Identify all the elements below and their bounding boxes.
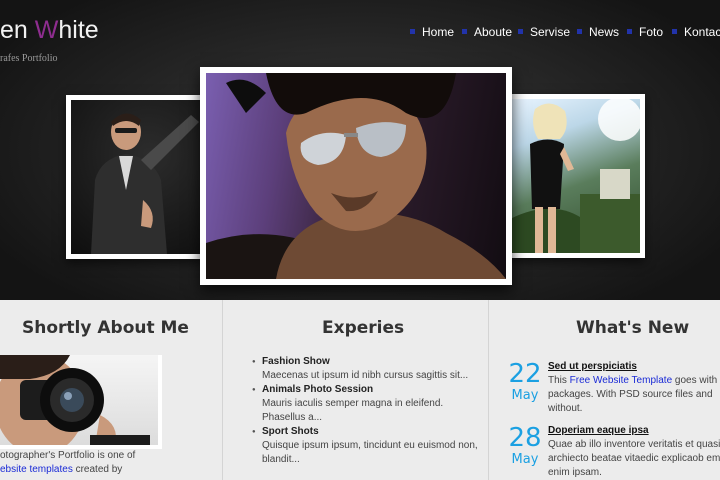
column-divider (488, 300, 489, 480)
news-heading: What's New (576, 318, 690, 338)
nav-item-label: Foto (639, 25, 664, 39)
nav-item-label: Servise (530, 25, 571, 39)
nav-bullet-icon (577, 29, 582, 34)
nav-bullet-icon (410, 29, 415, 34)
about-text-line1: otographer's Portfolio is one of (0, 450, 136, 461)
site-logo[interactable]: en White (0, 16, 99, 45)
news-date-month: May (511, 452, 539, 467)
experience-heading: Experies (322, 318, 405, 338)
nav-item-label: Kontact (684, 25, 720, 39)
nav-item-label: Home (422, 25, 455, 39)
logo-text-part2: hite (58, 16, 99, 44)
gallery-photo-featured[interactable] (200, 67, 512, 285)
news-date-month: May (511, 388, 539, 403)
content-area: Shortly About Me otographer's Portfolio … (0, 300, 720, 480)
experience-description: Maecenas ut ipsum id nibh cursus sagitti… (262, 370, 469, 381)
list-item: Animals Photo Session Mauris iaculis sem… (252, 383, 482, 425)
news-text: without. (548, 403, 583, 414)
experience-list: Fashion Show Maecenas ut ipsum id nibh c… (252, 355, 482, 467)
gallery-photo-left[interactable] (66, 95, 206, 259)
logo-accent-letter: W (34, 16, 59, 44)
site-tagline: rafes Portfolio (0, 53, 58, 64)
news-text: Quae ab illo inventore veritatis et quas… (548, 439, 720, 450)
photographer-camera-image (0, 355, 158, 445)
news-date-day: 22 (508, 359, 542, 389)
list-item: Fashion Show Maecenas ut ipsum id nibh c… (252, 355, 482, 383)
nav-item-label: Aboute (474, 25, 513, 39)
nav-item-contact[interactable]: Kontact (672, 25, 720, 39)
nav-bullet-icon (627, 29, 632, 34)
photo-woman-garden-image (510, 99, 640, 253)
hero-banner: en White rafes Portfolio Home Aboute Ser… (0, 0, 720, 300)
free-website-template-link[interactable]: Free Website Template (570, 375, 672, 386)
nav-bullet-icon (462, 29, 467, 34)
news-title-link[interactable]: Doperiam eaque ipsa (548, 424, 720, 438)
nav-item-home[interactable]: Home (410, 25, 454, 39)
news-text: This (548, 375, 570, 386)
about-text: otographer's Portfolio is one of ebsite … (0, 449, 215, 477)
news-text: packages. With PSD source files and (548, 389, 713, 400)
news-text: goes with (672, 375, 718, 386)
column-divider (222, 300, 223, 480)
experience-description: Quisque ipsum ipsum, tincidunt eu euismo… (262, 440, 478, 451)
website-templates-link[interactable]: ebsite templates (0, 464, 73, 475)
news-date-day: 28 (508, 423, 542, 453)
news-text: enim ipsam. (548, 467, 602, 478)
experience-description-cont: Phasellus a... (262, 412, 323, 423)
news-text: archiecto beatae vitaedic explicaob eme (548, 453, 720, 464)
news-title-link[interactable]: Sed ut perspiciatis (548, 360, 720, 374)
nav-bullet-icon (672, 29, 677, 34)
news-body: Sed ut perspiciatis This Free Website Te… (548, 360, 720, 416)
about-photo (0, 355, 162, 449)
logo-text-part1: en (0, 16, 35, 44)
nav-item-news[interactable]: News (577, 25, 619, 39)
nav-item-label: News (589, 25, 620, 39)
nav-item-foto[interactable]: Foto (627, 25, 663, 39)
experience-title-link[interactable]: Fashion Show (262, 355, 482, 369)
news-body: Doperiam eaque ipsa Quae ab illo invento… (548, 424, 720, 480)
experience-description-cont: blandit... (262, 454, 300, 465)
experience-title-link[interactable]: Animals Photo Session (262, 383, 482, 397)
nav-bullet-icon (518, 29, 523, 34)
gallery-photo-right[interactable] (505, 94, 645, 258)
photo-man-sunglasses-image (206, 73, 506, 279)
list-item: Sport Shots Quisque ipsum ipsum, tincidu… (252, 425, 482, 467)
experience-description: Mauris iaculis semper magna in eleifend. (262, 398, 444, 409)
about-heading: Shortly About Me (22, 318, 189, 338)
about-text-line2: created by (72, 464, 123, 475)
experience-title-link[interactable]: Sport Shots (262, 425, 482, 439)
nav-item-about[interactable]: Aboute (462, 25, 512, 39)
nav-item-services[interactable]: Servise (518, 25, 570, 39)
photo-man-jacket-image (71, 100, 201, 254)
